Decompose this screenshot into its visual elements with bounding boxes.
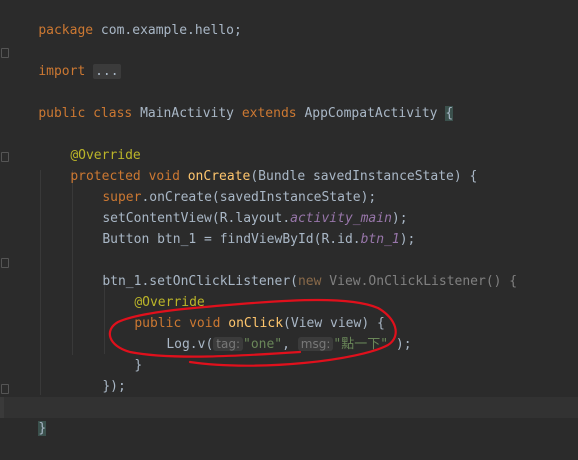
keyword: public [38, 106, 86, 121]
code-line-setcontentview[interactable]: setContentView(R.layout.activity_main); [0, 187, 578, 226]
code-line-oncreate[interactable]: protected void onCreate(Bundle savedInst… [0, 145, 578, 184]
caret-line-marker [0, 397, 4, 418]
folded-imports[interactable]: ... [93, 64, 121, 79]
code-line-close-method[interactable]: } [0, 334, 578, 373]
keyword: extends [241, 106, 297, 121]
resource-field: btn_1 [360, 232, 400, 247]
statement-end: ); [399, 232, 416, 247]
superclass-name: AppCompatActivity [304, 106, 438, 121]
fold-icon[interactable] [1, 258, 9, 268]
fold-icon[interactable] [1, 384, 9, 394]
code-line-button[interactable]: Button btn_1 = findViewById(R.id.btn_1); [0, 208, 578, 247]
package-name: com.example.hello; [93, 23, 242, 38]
keyword: import [38, 64, 86, 79]
code-editor[interactable]: package com.example.hello; import ... pu… [0, 0, 578, 448]
matched-brace: { [445, 106, 454, 121]
code-line-log[interactable]: Log.v(tag: "one", msg: "點一下" ); [0, 313, 578, 352]
code-line-close-listener[interactable]: }); [0, 355, 578, 394]
keyword: class [93, 106, 133, 121]
keyword: package [38, 23, 94, 38]
code-line-package[interactable]: package com.example.hello; [0, 0, 578, 38]
code-line-onclick[interactable]: public void onClick(View view) { [0, 292, 578, 331]
code-line-super-call[interactable]: super.onCreate(savedInstanceState); [0, 166, 578, 205]
code-line-close-oncreate[interactable]: } [0, 376, 578, 415]
code-line-import[interactable]: import ... [0, 40, 578, 79]
code-line-class[interactable]: public class MainActivity extends AppCom… [0, 82, 578, 121]
code-line-close-class[interactable]: } [0, 397, 578, 436]
fold-icon[interactable] [1, 152, 9, 162]
code-line-override[interactable]: @Override [0, 124, 578, 163]
fold-icon[interactable] [1, 48, 9, 58]
matched-brace: } [38, 421, 47, 436]
code-line-listener[interactable]: btn_1.setOnClickListener(new View.OnClic… [0, 250, 578, 289]
class-name: MainActivity [140, 106, 234, 121]
statement: Button btn_1 = findViewById(R.id. [102, 232, 361, 247]
code-line-override[interactable]: @Override [0, 271, 578, 310]
